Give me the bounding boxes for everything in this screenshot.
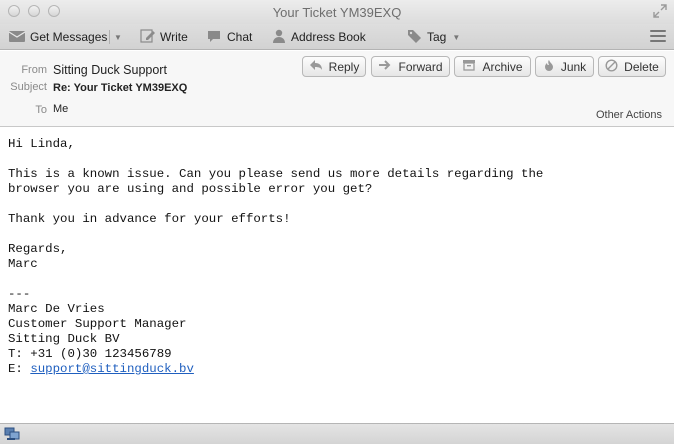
chat-label: Chat xyxy=(227,30,253,44)
compose-icon xyxy=(140,28,160,46)
regards-line: Regards, xyxy=(8,242,68,256)
junk-button[interactable]: Junk xyxy=(535,56,594,77)
write-button[interactable]: Write xyxy=(140,28,188,46)
subject-label: Subject xyxy=(10,81,47,93)
subject-value: Re: Your Ticket YM39EXQ xyxy=(53,82,188,94)
tag-icon xyxy=(407,29,427,46)
archive-box-icon xyxy=(462,59,482,74)
address-book-button[interactable]: Address Book xyxy=(271,28,366,46)
other-actions-menu[interactable]: Other Actions xyxy=(596,109,662,121)
archive-button[interactable]: Archive xyxy=(454,56,531,77)
from-value[interactable]: Sitting Duck Support xyxy=(53,63,167,77)
signature-name: Marc De Vries xyxy=(8,302,105,316)
from-label: From xyxy=(21,64,47,76)
get-messages-label: Get Messages xyxy=(30,30,108,44)
write-label: Write xyxy=(160,30,188,44)
inbox-download-icon xyxy=(8,29,30,46)
forward-arrow-icon xyxy=(378,59,398,74)
chevron-down-icon: ▼ xyxy=(114,32,122,42)
junk-label: Junk xyxy=(560,59,587,74)
get-messages-button[interactable]: Get Messages xyxy=(8,28,107,46)
body-line: This is a known issue. Can you please se… xyxy=(8,167,544,181)
message-header: From Sitting Duck Support Subject Re: Yo… xyxy=(0,51,674,127)
archive-label: Archive xyxy=(482,59,523,74)
signature-phone: T: +31 (0)30 123456789 xyxy=(8,347,172,361)
chat-button[interactable]: Chat xyxy=(207,28,252,46)
to-label: To xyxy=(35,104,47,116)
main-toolbar: Get Messages ▼ Write Chat Address Book T… xyxy=(0,24,674,50)
status-bar xyxy=(0,423,674,444)
to-value[interactable]: Me xyxy=(53,103,68,115)
greeting-line: Hi Linda, xyxy=(8,137,75,151)
support-email-link[interactable]: support@sittingduck.bv xyxy=(30,362,194,376)
forward-label: Forward xyxy=(398,59,443,74)
app-menu-icon[interactable] xyxy=(650,30,666,44)
signature-email-line: E: support@sittingduck.bv xyxy=(8,362,668,377)
chat-bubble-icon xyxy=(207,29,227,46)
delete-circle-icon xyxy=(605,58,624,75)
person-icon xyxy=(271,29,291,46)
junk-flame-icon xyxy=(543,59,561,74)
delete-label: Delete xyxy=(624,59,659,74)
tag-label: Tag xyxy=(427,30,447,44)
signature-title: Customer Support Manager xyxy=(8,317,187,331)
thanks-line: Thank you in advance for your efforts! xyxy=(8,212,291,226)
body-line: browser you are using and possible error… xyxy=(8,182,373,196)
online-status-icon[interactable] xyxy=(4,427,20,441)
tag-button[interactable]: Tag ▼ xyxy=(407,28,460,46)
sender-first-name: Marc xyxy=(8,257,38,271)
chevron-down-icon: ▼ xyxy=(452,32,461,42)
forward-button[interactable]: Forward xyxy=(371,56,450,77)
email-prefix: E: xyxy=(8,362,31,376)
fullscreen-icon[interactable] xyxy=(652,3,668,19)
reply-label: Reply xyxy=(328,59,360,74)
get-messages-dropdown[interactable]: ▼ xyxy=(112,28,122,46)
reply-arrow-icon xyxy=(309,59,329,74)
toolbar-divider xyxy=(109,30,110,44)
window-title: Your Ticket YM39EXQ xyxy=(272,5,402,20)
reply-button[interactable]: Reply xyxy=(302,56,366,77)
title-bar: Your Ticket YM39EXQ xyxy=(0,0,674,24)
message-body: Hi Linda, This is a known issue. Can you… xyxy=(8,137,668,377)
signature-separator: --- xyxy=(8,287,31,301)
delete-button[interactable]: Delete xyxy=(598,56,666,77)
signature-company: Sitting Duck BV xyxy=(8,332,120,346)
address-book-label: Address Book xyxy=(291,30,366,44)
